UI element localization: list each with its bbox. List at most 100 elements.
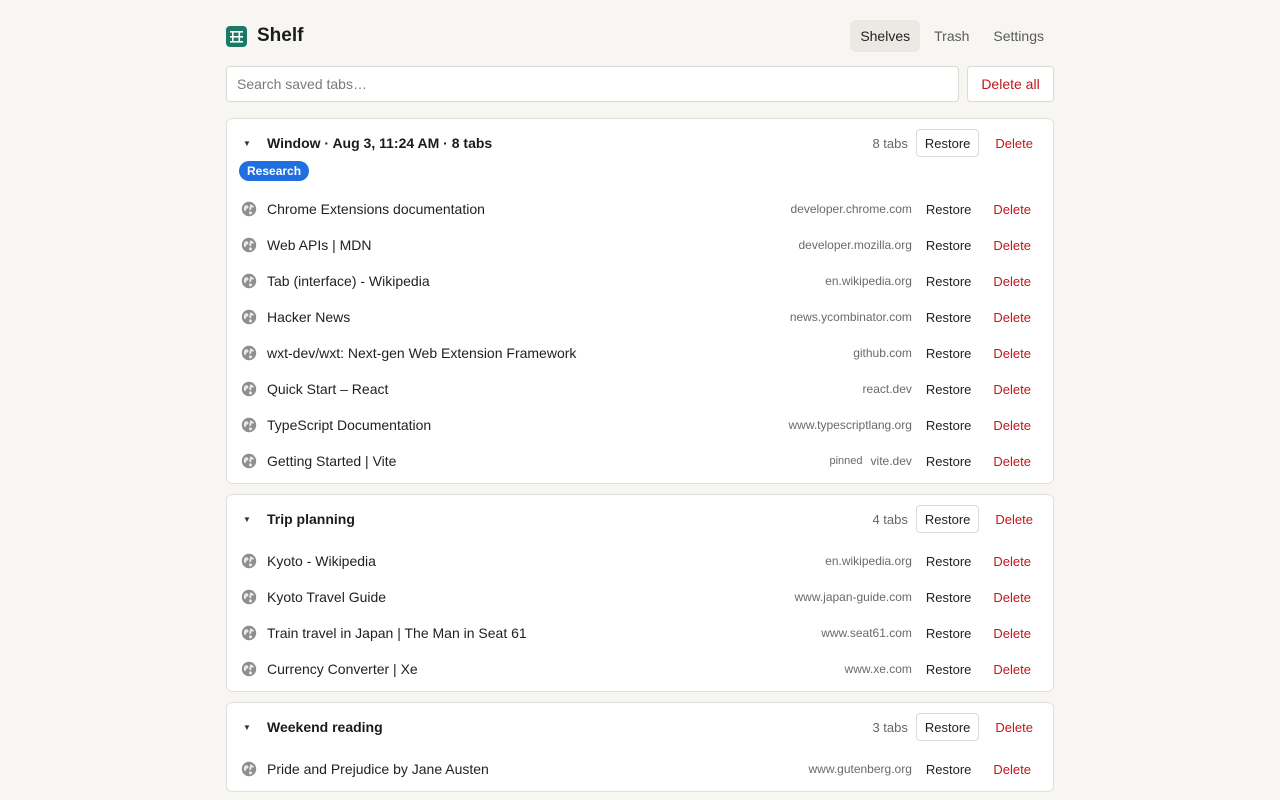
- tab-title[interactable]: wxt-dev/wxt: Next-gen Web Extension Fram…: [267, 345, 853, 361]
- tab-title[interactable]: Kyoto Travel Guide: [267, 589, 794, 605]
- delete-tab-button[interactable]: Delete: [985, 656, 1039, 682]
- delete-tab-button[interactable]: Delete: [985, 340, 1039, 366]
- tab-domain: developer.mozilla.org: [798, 238, 912, 252]
- restore-tab-button[interactable]: Restore: [918, 268, 980, 294]
- tab-row: Kyoto Travel Guide www.japan-guide.com Res…: [239, 579, 1041, 615]
- delete-shelf-button[interactable]: Delete: [987, 713, 1041, 741]
- tab-row: Web APIs | MDN developer.mozilla.org Resto…: [239, 227, 1041, 263]
- header: Shelf Shelves Trash Settings: [226, 0, 1054, 72]
- shelf-card: ▼ Weekend reading 3 tabs Restore Delete Pride…: [226, 702, 1054, 792]
- shelf-tab-count: 3 tabs: [872, 719, 908, 735]
- tab-row: Quick Start – React react.dev Restore Delet…: [239, 371, 1041, 407]
- globe-icon: [241, 381, 257, 397]
- tab-title[interactable]: Kyoto - Wikipedia: [267, 553, 825, 569]
- tab-domain: www.typescriptlang.org: [788, 418, 912, 432]
- restore-tab-button[interactable]: Restore: [918, 376, 980, 402]
- restore-tab-button[interactable]: Restore: [918, 196, 980, 222]
- delete-shelf-button[interactable]: Delete: [987, 505, 1041, 533]
- tab-domain: www.seat61.com: [821, 626, 912, 640]
- restore-tab-button[interactable]: Restore: [918, 548, 980, 574]
- tab-domain: react.dev: [862, 382, 912, 396]
- tab-row: Getting Started | Vite pinned vite.dev Rest…: [239, 443, 1041, 479]
- tab-row: TypeScript Documentation www.typescriptla…: [239, 407, 1041, 443]
- collapse-caret-icon[interactable]: ▼: [243, 515, 261, 524]
- shelf-logo-icon: [226, 25, 247, 47]
- tab-title[interactable]: Quick Start – React: [267, 381, 863, 397]
- globe-icon: [241, 273, 257, 289]
- shelf-title[interactable]: Weekend reading: [267, 719, 872, 735]
- delete-tab-button[interactable]: Delete: [985, 268, 1039, 294]
- tab-row: Chrome Extensions documentation developer…: [239, 191, 1041, 227]
- tab-row: Currency Converter | Xe www.xe.com Restore…: [239, 651, 1041, 687]
- delete-tab-button[interactable]: Delete: [985, 584, 1039, 610]
- tab-title[interactable]: Tab (interface) - Wikipedia: [267, 273, 825, 289]
- restore-tab-button[interactable]: Restore: [918, 656, 980, 682]
- globe-icon: [241, 345, 257, 361]
- delete-tab-button[interactable]: Delete: [985, 376, 1039, 402]
- delete-tab-button[interactable]: Delete: [985, 620, 1039, 646]
- tab-title[interactable]: Pride and Prejudice by Jane Austen: [267, 761, 808, 777]
- tab-domain: www.japan-guide.com: [794, 590, 912, 604]
- shelf-header: ▼ Window · Aug 3, 11:24 AM · 8 tabs 8 tabs…: [239, 119, 1041, 167]
- restore-tab-button[interactable]: Restore: [918, 584, 980, 610]
- shelf-title[interactable]: Window · Aug 3, 11:24 AM · 8 tabs: [267, 135, 872, 151]
- collapse-caret-icon[interactable]: ▼: [243, 139, 261, 148]
- globe-icon: [241, 625, 257, 641]
- tab-row: Kyoto - Wikipedia en.wikipedia.org Restore…: [239, 543, 1041, 579]
- brand: Shelf: [226, 25, 303, 47]
- restore-tab-button[interactable]: Restore: [918, 620, 980, 646]
- nav-settings[interactable]: Settings: [983, 20, 1054, 52]
- tab-row: Pride and Prejudice by Jane Austen www.gu…: [239, 751, 1041, 787]
- globe-icon: [241, 417, 257, 433]
- tab-title[interactable]: Chrome Extensions documentation: [267, 201, 790, 217]
- restore-tab-button[interactable]: Restore: [918, 232, 980, 258]
- search-input[interactable]: [226, 66, 959, 102]
- delete-tab-button[interactable]: Delete: [985, 548, 1039, 574]
- nav-trash[interactable]: Trash: [924, 20, 979, 52]
- collapse-caret-icon[interactable]: ▼: [243, 723, 261, 732]
- pinned-badge: pinned: [829, 455, 863, 467]
- tab-title[interactable]: Getting Started | Vite: [267, 453, 829, 469]
- delete-all-button[interactable]: Delete all: [967, 66, 1054, 102]
- globe-icon: [241, 761, 257, 777]
- tab-title[interactable]: Hacker News: [267, 309, 790, 325]
- globe-icon: [241, 553, 257, 569]
- tab-domain: www.xe.com: [844, 662, 912, 676]
- restore-shelf-button[interactable]: Restore: [915, 129, 980, 157]
- restore-tab-button[interactable]: Restore: [918, 412, 980, 438]
- delete-tab-button[interactable]: Delete: [985, 196, 1039, 222]
- nav-shelves[interactable]: Shelves: [850, 20, 921, 52]
- restore-shelf-button[interactable]: Restore: [915, 713, 980, 741]
- tab-title[interactable]: TypeScript Documentation: [267, 417, 789, 433]
- restore-tab-button[interactable]: Restore: [918, 340, 980, 366]
- tab-domain: news.ycombinator.com: [789, 310, 912, 324]
- tab-title[interactable]: Train travel in Japan | The Man in Seat …: [267, 625, 821, 641]
- main-nav: Shelves Trash Settings: [850, 20, 1054, 52]
- globe-icon: [241, 309, 257, 325]
- tab-row: wxt-dev/wxt: Next-gen Web Extension Fram…: [239, 335, 1041, 371]
- delete-shelf-button[interactable]: Delete: [987, 129, 1041, 157]
- restore-shelf-button[interactable]: Restore: [915, 505, 980, 533]
- globe-icon: [241, 453, 257, 469]
- restore-tab-button[interactable]: Restore: [918, 304, 980, 330]
- restore-tab-button[interactable]: Restore: [918, 448, 980, 474]
- tab-domain: en.wikipedia.org: [825, 554, 912, 568]
- restore-tab-button[interactable]: Restore: [918, 756, 980, 782]
- tab-title[interactable]: Currency Converter | Xe: [267, 661, 845, 677]
- globe-icon: [241, 237, 257, 253]
- delete-tab-button[interactable]: Delete: [985, 448, 1039, 474]
- globe-icon: [241, 201, 257, 217]
- shelf-title[interactable]: Trip planning: [267, 511, 872, 527]
- shelf-tab-count: 4 tabs: [872, 511, 908, 527]
- tab-row: Hacker News news.ycombinator.com Restore De…: [239, 299, 1041, 335]
- tab-domain: vite.dev: [870, 454, 912, 468]
- tab-domain: github.com: [853, 346, 912, 360]
- shelf-card: ▼ Trip planning 4 tabs Restore Delete Kyoto -…: [226, 494, 1054, 692]
- delete-tab-button[interactable]: Delete: [985, 412, 1039, 438]
- tab-row: Train travel in Japan | The Man in Seat …: [239, 615, 1041, 651]
- shelf-tag[interactable]: Research: [239, 161, 310, 181]
- tab-title[interactable]: Web APIs | MDN: [267, 237, 798, 253]
- delete-tab-button[interactable]: Delete: [985, 304, 1039, 330]
- delete-tab-button[interactable]: Delete: [985, 232, 1039, 258]
- delete-tab-button[interactable]: Delete: [985, 756, 1039, 782]
